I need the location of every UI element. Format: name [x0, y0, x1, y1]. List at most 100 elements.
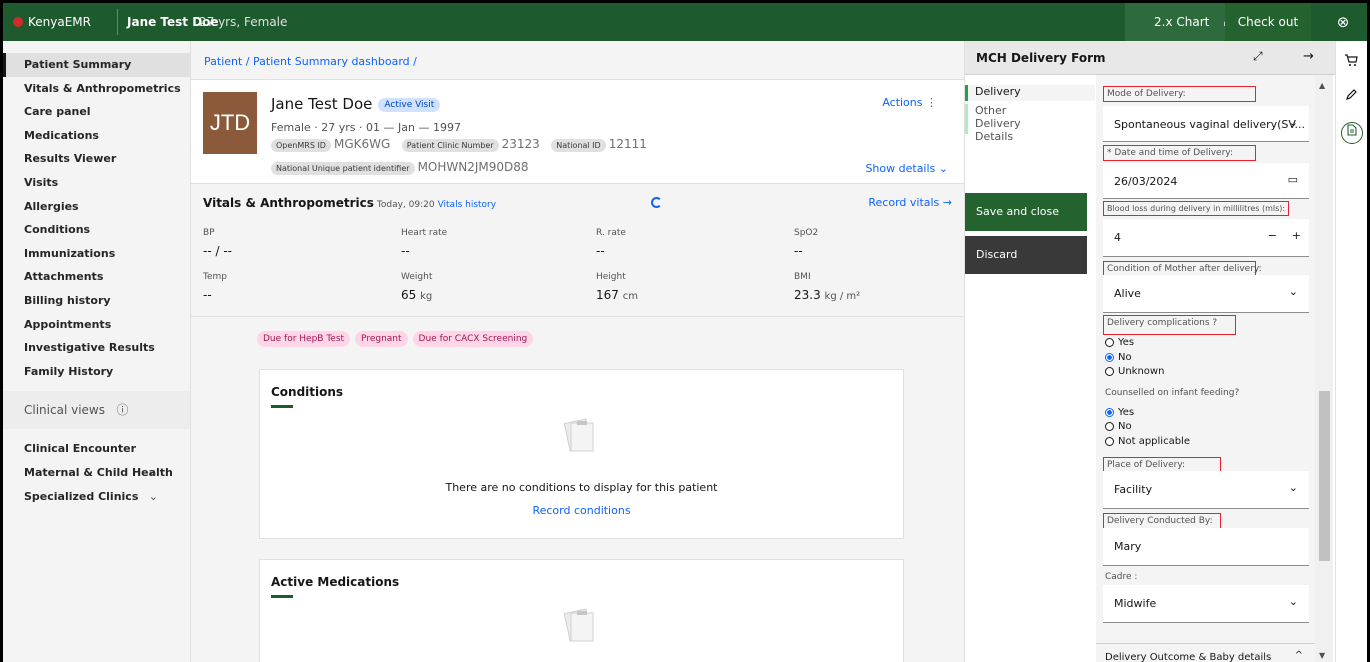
actions-menu-button[interactable]: Actions ⋮ [882, 96, 937, 109]
tab-delivery[interactable]: Delivery [965, 85, 1095, 101]
flag-tag[interactable]: Pregnant [355, 331, 408, 347]
vital-value: -- [596, 244, 605, 258]
check-out-button[interactable]: Check out [1225, 3, 1311, 41]
record-vitals-link[interactable]: Record vitals → [868, 196, 952, 209]
sidebar-item-family-history[interactable]: Family History [3, 360, 190, 384]
scrollbar-thumb[interactable] [1319, 391, 1330, 561]
sidebar-item-care-panel[interactable]: Care panel [3, 100, 190, 124]
scroll-down-arrow-icon[interactable]: ▼ [1319, 651, 1325, 660]
radio-not-applicable[interactable]: Not applicable [1105, 436, 1190, 447]
sidebar-item-investigative-results[interactable]: Investigative Results [3, 336, 190, 360]
place-of-delivery-select[interactable]: Facility ⌄ [1103, 471, 1309, 509]
radio-label: No [1118, 421, 1132, 432]
vitals-history-link[interactable]: Vitals history [438, 200, 497, 210]
record-conditions-link[interactable]: Record conditions [260, 504, 903, 517]
sidebar-item-patient-summary[interactable]: Patient Summary [3, 53, 190, 77]
sidebar-item-allergies[interactable]: Allergies [3, 195, 190, 219]
radio-button[interactable] [1105, 437, 1114, 446]
radio-yes[interactable]: Yes [1105, 407, 1134, 418]
radio-label: Not applicable [1118, 436, 1190, 447]
radio-button-selected[interactable] [1105, 408, 1114, 417]
conditions-card: Conditions There are no conditions to di… [259, 369, 904, 539]
bmi-value: 23.3 [794, 288, 821, 302]
radio-button[interactable] [1105, 422, 1114, 431]
delivery-complications-label: Delivery complications ? [1103, 315, 1236, 335]
sidebar-item-specialized-clinics[interactable]: Specialized Clinics ⌄ [3, 485, 190, 509]
top-navigation-bar: KenyaEMR Jane Test Doe 27 yrs, Female 2.… [3, 3, 1367, 41]
discard-button[interactable]: Discard [965, 236, 1087, 274]
document-icon-svg [1347, 124, 1357, 136]
form-scrollbar[interactable]: ▲ ▼ [1315, 75, 1333, 662]
radio-button[interactable] [1105, 338, 1114, 347]
identifiers: OpenMRS ID MGK6WG Patient Clinic Number 23… [271, 137, 655, 152]
sidebar-item-maternal-child-health[interactable]: Maternal & Child Health ⌄ [3, 461, 190, 485]
sidebar-item-visits[interactable]: Visits [3, 171, 190, 195]
patient-banner: JTD Jane Test Doe Active Visit Female · 2… [191, 79, 964, 184]
show-details-button[interactable]: Show details ⌄ [865, 162, 948, 175]
cadre-select[interactable]: Midwife ⌄ [1103, 585, 1309, 623]
cart-icon[interactable] [1344, 53, 1358, 71]
tab-other-delivery-details[interactable]: Other Delivery Details [965, 104, 1055, 143]
delivery-conducted-by-input[interactable]: Mary [1103, 528, 1309, 566]
vital-label: SpO2 [794, 228, 819, 238]
select-value: Midwife [1114, 597, 1157, 610]
radio-button-selected[interactable] [1105, 353, 1114, 362]
delivery-form: Mode of Delivery: Spontaneous vaginal de… [1096, 75, 1315, 662]
info-icon[interactable]: ⓘ [116, 403, 128, 417]
vitals-time: Today, 09:20 [376, 200, 435, 210]
sidebar-item-billing-history[interactable]: Billing history [3, 289, 190, 313]
chevron-down-icon: ⌄ [148, 489, 158, 503]
save-and-close-button[interactable]: Save and close [965, 193, 1087, 231]
vital-value: -- [794, 244, 803, 258]
mode-of-delivery-select[interactable]: Spontaneous vaginal delivery(SV... ⌄ [1103, 106, 1309, 142]
banner-patient-name: Jane Test Doe Active Visit [271, 95, 441, 113]
sidebar-item-vitals[interactable]: Vitals & Anthropometrics [3, 77, 190, 101]
maximize-icon[interactable]: ⤢ [1253, 49, 1263, 64]
radio-button[interactable] [1105, 367, 1114, 376]
radio-label: Yes [1118, 337, 1135, 348]
condition-of-mother-select[interactable]: Alive ⌄ [1103, 275, 1309, 313]
radio-unknown[interactable]: Unknown [1105, 366, 1164, 377]
vital-label: BP [203, 228, 215, 238]
cadre-label: Cadre : [1105, 572, 1138, 582]
collapse-arrow-icon[interactable]: → [1303, 49, 1314, 64]
kenyaemr-logo[interactable]: KenyaEMR [13, 3, 91, 41]
close-icon[interactable]: ⊗ [1331, 3, 1355, 41]
increment-button[interactable]: + [1292, 229, 1301, 242]
medications-title: Active Medications [271, 575, 400, 589]
vital-value: 65 kg [401, 288, 432, 302]
sidebar-item-appointments[interactable]: Appointments [3, 313, 190, 337]
blood-loss-stepper[interactable]: 4 − + [1103, 219, 1309, 257]
sidebar-item-attachments[interactable]: Attachments [3, 265, 190, 289]
id-value: MGK6WG [333, 137, 391, 151]
pen-icon-svg [1346, 89, 1357, 100]
flag-tag[interactable]: Due for HepB Test [257, 331, 351, 347]
flag-tag[interactable]: Due for CACX Screening [412, 331, 534, 347]
height-unit: cm [622, 291, 638, 302]
form-document-icon[interactable] [1341, 122, 1363, 144]
record-conditions-text[interactable]: Record conditions [532, 504, 630, 517]
date-of-delivery-input[interactable]: 26/03/2024 ▭ [1103, 163, 1309, 199]
pen-icon[interactable] [1344, 88, 1358, 106]
radio-no[interactable]: No [1105, 352, 1132, 363]
calendar-icon[interactable]: ▭ [1288, 173, 1298, 186]
sidebar-item-results-viewer[interactable]: Results Viewer [3, 147, 190, 171]
sidebar-item-conditions[interactable]: Conditions [3, 218, 190, 242]
form-side-nav: Delivery Other Delivery Details Save and… [965, 75, 1095, 662]
radio-label: Yes [1118, 407, 1135, 418]
sidebar-item-medications[interactable]: Medications [3, 124, 190, 148]
decrement-button[interactable]: − [1268, 229, 1277, 242]
radio-yes[interactable]: Yes [1105, 337, 1134, 348]
sidebar-item-immunizations[interactable]: Immunizations [3, 242, 190, 266]
vital-label: Weight [401, 272, 433, 282]
title-underline [271, 405, 293, 408]
weight-value: 65 [401, 288, 417, 302]
breadcrumb[interactable]: Patient / Patient Summary dashboard / [204, 55, 417, 68]
radio-no[interactable]: No [1105, 421, 1132, 432]
banner-name-text: Jane Test Doe [271, 95, 373, 113]
sidebar-item-clinical-encounter[interactable]: Clinical Encounter [3, 437, 190, 461]
delivery-outcome-accordion[interactable]: Delivery Outcome & Baby details ^ [1096, 643, 1315, 662]
scroll-up-arrow-icon[interactable]: ▲ [1319, 81, 1325, 90]
divider [117, 9, 118, 35]
date-value: 26/03/2024 [1114, 175, 1178, 188]
